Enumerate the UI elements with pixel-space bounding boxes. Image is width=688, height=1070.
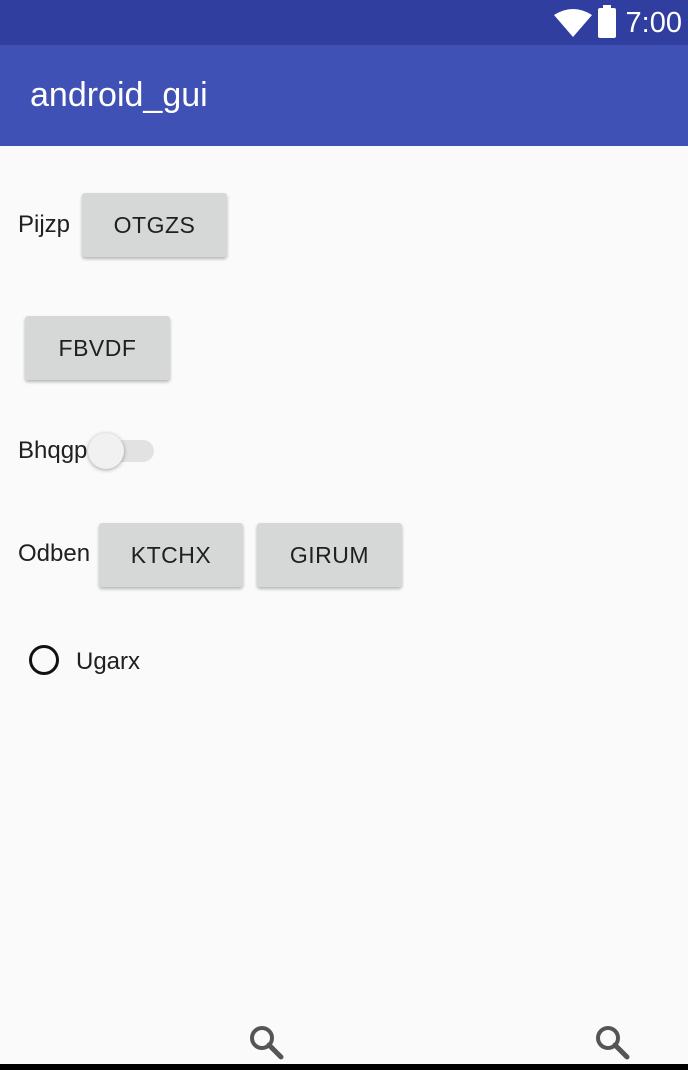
switch-thumb — [88, 433, 124, 469]
ktchx-button[interactable]: KTCHX — [99, 523, 243, 587]
wifi-icon — [554, 9, 592, 37]
label-odben: Odben — [18, 540, 91, 567]
girum-button[interactable]: GIRUM — [257, 523, 402, 587]
fbvdf-button[interactable]: FBVDF — [25, 316, 170, 380]
status-bar: 7:00 — [0, 0, 688, 45]
ugarx-radio[interactable] — [29, 645, 59, 675]
radio-label-ugarx[interactable]: Ugarx — [76, 647, 140, 677]
app-bar: android_gui — [0, 45, 688, 146]
bhqgp-switch[interactable] — [88, 431, 156, 471]
label-bhqgp: Bhqgp — [18, 437, 88, 464]
search-icon[interactable] — [594, 1024, 630, 1060]
search-icon[interactable] — [248, 1024, 284, 1060]
status-time: 7:00 — [625, 7, 682, 39]
bottom-bar — [0, 1064, 688, 1070]
battery-icon — [598, 5, 616, 38]
label-pijzp: Pijzp — [18, 211, 71, 238]
otgzs-button[interactable]: OTGZS — [82, 193, 227, 257]
app-title: android_gui — [30, 76, 208, 114]
